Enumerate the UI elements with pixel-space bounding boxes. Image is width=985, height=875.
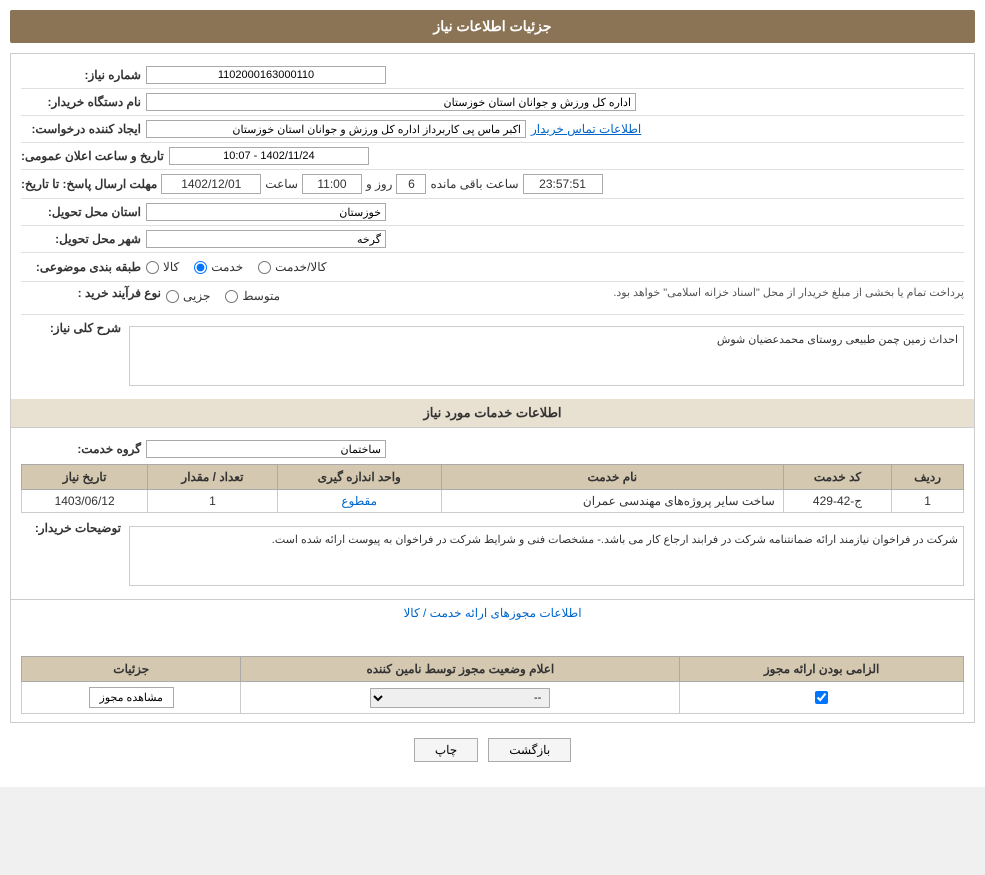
required-checkbox[interactable] <box>815 691 828 704</box>
deadline-remaining-value: 23:57:51 <box>523 174 603 194</box>
need-number-label: شماره نیاز: <box>21 68 141 82</box>
purchase-minor-radio[interactable] <box>166 290 179 303</box>
city-label: شهر محل تحویل: <box>21 232 141 246</box>
category-kala-khidmat[interactable]: کالا/خدمت <box>258 260 326 274</box>
page-title: جزئیات اطلاعات نیاز <box>10 10 975 43</box>
requester-label: ایجاد کننده درخواست: <box>21 122 141 136</box>
col-date: تاریخ نیاز <box>22 465 148 490</box>
announce-date-input[interactable] <box>169 147 369 165</box>
category-kala-label: کالا <box>163 260 179 274</box>
service-group-label: گروه خدمت: <box>21 442 141 456</box>
permission-row: -- مشاهده مجوز <box>22 682 964 714</box>
services-table: ردیف کد خدمت نام خدمت واحد اندازه گیری ت… <box>21 464 964 513</box>
purchase-minor-label: جزیی <box>183 289 210 303</box>
category-kala-khidmat-label: کالا/خدمت <box>275 260 326 274</box>
buyer-org-label: نام دستگاه خریدار: <box>21 95 141 109</box>
details-cell: مشاهده مجوز <box>22 682 241 714</box>
province-label: استان محل تحویل: <box>21 205 141 219</box>
cell-service-name: ساخت سایر پروژه‌های مهندسی عمران <box>441 490 783 513</box>
view-permit-button[interactable]: مشاهده مجوز <box>89 687 174 708</box>
cell-service-code: ج-42-429 <box>783 490 891 513</box>
need-description-box: احداث زمین چمن طبیعی روستای محمدعضیان شو… <box>129 326 964 386</box>
table-row: 1 ج-42-429 ساخت سایر پروژه‌های مهندسی عم… <box>22 490 964 513</box>
purchase-medium-radio[interactable] <box>225 290 238 303</box>
category-khidmat-label: خدمت <box>211 260 243 274</box>
col-unit: واحد اندازه گیری <box>277 465 441 490</box>
province-input[interactable] <box>146 203 386 221</box>
category-khidmat[interactable]: خدمت <box>194 260 243 274</box>
footer-buttons: بازگشت چاپ <box>10 738 975 762</box>
permissions-link[interactable]: اطلاعات مجوزهای ارائه خدمت / کالا <box>11 599 974 626</box>
col-service-code: کد خدمت <box>783 465 891 490</box>
services-section-header: اطلاعات خدمات مورد نیاز <box>11 399 974 428</box>
purchase-medium-label: متوسط <box>242 289 280 303</box>
col-status: اعلام وضعیت مجوز توسط نامین کننده <box>241 657 680 682</box>
purchase-type-label: نوع فرآیند خرید : <box>21 286 161 300</box>
service-group-input[interactable] <box>146 440 386 458</box>
deadline-time-label: ساعت <box>265 177 298 191</box>
col-required: الزامی بودن ارائه مجوز <box>680 657 964 682</box>
buyer-notes-box: شرکت در فراخوان نیازمند ارائه ضمانتنامه … <box>129 526 964 586</box>
status-cell: -- <box>241 682 680 714</box>
status-dropdown[interactable]: -- <box>370 688 550 708</box>
announce-date-label: تاریخ و ساعت اعلان عمومی: <box>21 149 164 163</box>
cell-row-num: 1 <box>892 490 964 513</box>
need-number-input[interactable] <box>146 66 386 84</box>
city-input[interactable] <box>146 230 386 248</box>
purchase-medium[interactable]: متوسط <box>225 289 280 303</box>
cell-quantity: 1 <box>148 490 277 513</box>
back-button[interactable]: بازگشت <box>488 738 571 762</box>
col-row-num: ردیف <box>892 465 964 490</box>
deadline-date-value: 1402/12/01 <box>161 174 261 194</box>
col-quantity: تعداد / مقدار <box>148 465 277 490</box>
buyer-notes-label: توضیحات خریدار: <box>21 521 121 535</box>
category-kala-khidmat-radio[interactable] <box>258 261 271 274</box>
permissions-table: الزامی بودن ارائه مجوز اعلام وضعیت مجوز … <box>21 656 964 714</box>
print-button[interactable]: چاپ <box>414 738 478 762</box>
col-details: جزئیات <box>22 657 241 682</box>
cell-unit: مقطوع <box>277 490 441 513</box>
buyer-org-input[interactable] <box>146 93 636 111</box>
deadline-time-value: 11:00 <box>302 174 362 194</box>
deadline-label: مهلت ارسال پاسخ: تا تاریخ: <box>21 177 157 191</box>
category-kala-radio[interactable] <box>146 261 159 274</box>
deadline-days-value: 6 <box>396 174 426 194</box>
purchase-note: پرداخت تمام یا بخشی از مبلغ خریدار از مح… <box>285 286 964 299</box>
category-label: طبقه بندی موضوعی: <box>21 260 141 274</box>
need-description-label: شرح کلی نیاز: <box>21 321 121 335</box>
deadline-days-label: روز و <box>366 177 393 191</box>
requester-contact-link[interactable]: اطلاعات تماس خریدار <box>531 122 641 136</box>
deadline-remaining-label: ساعت باقی مانده <box>430 177 518 191</box>
category-khidmat-radio[interactable] <box>194 261 207 274</box>
category-kala[interactable]: کالا <box>146 260 179 274</box>
col-service-name: نام خدمت <box>441 465 783 490</box>
purchase-minor[interactable]: جزیی <box>166 289 210 303</box>
required-checkbox-cell <box>688 691 955 704</box>
cell-date: 1403/06/12 <box>22 490 148 513</box>
requester-input[interactable] <box>146 120 526 138</box>
